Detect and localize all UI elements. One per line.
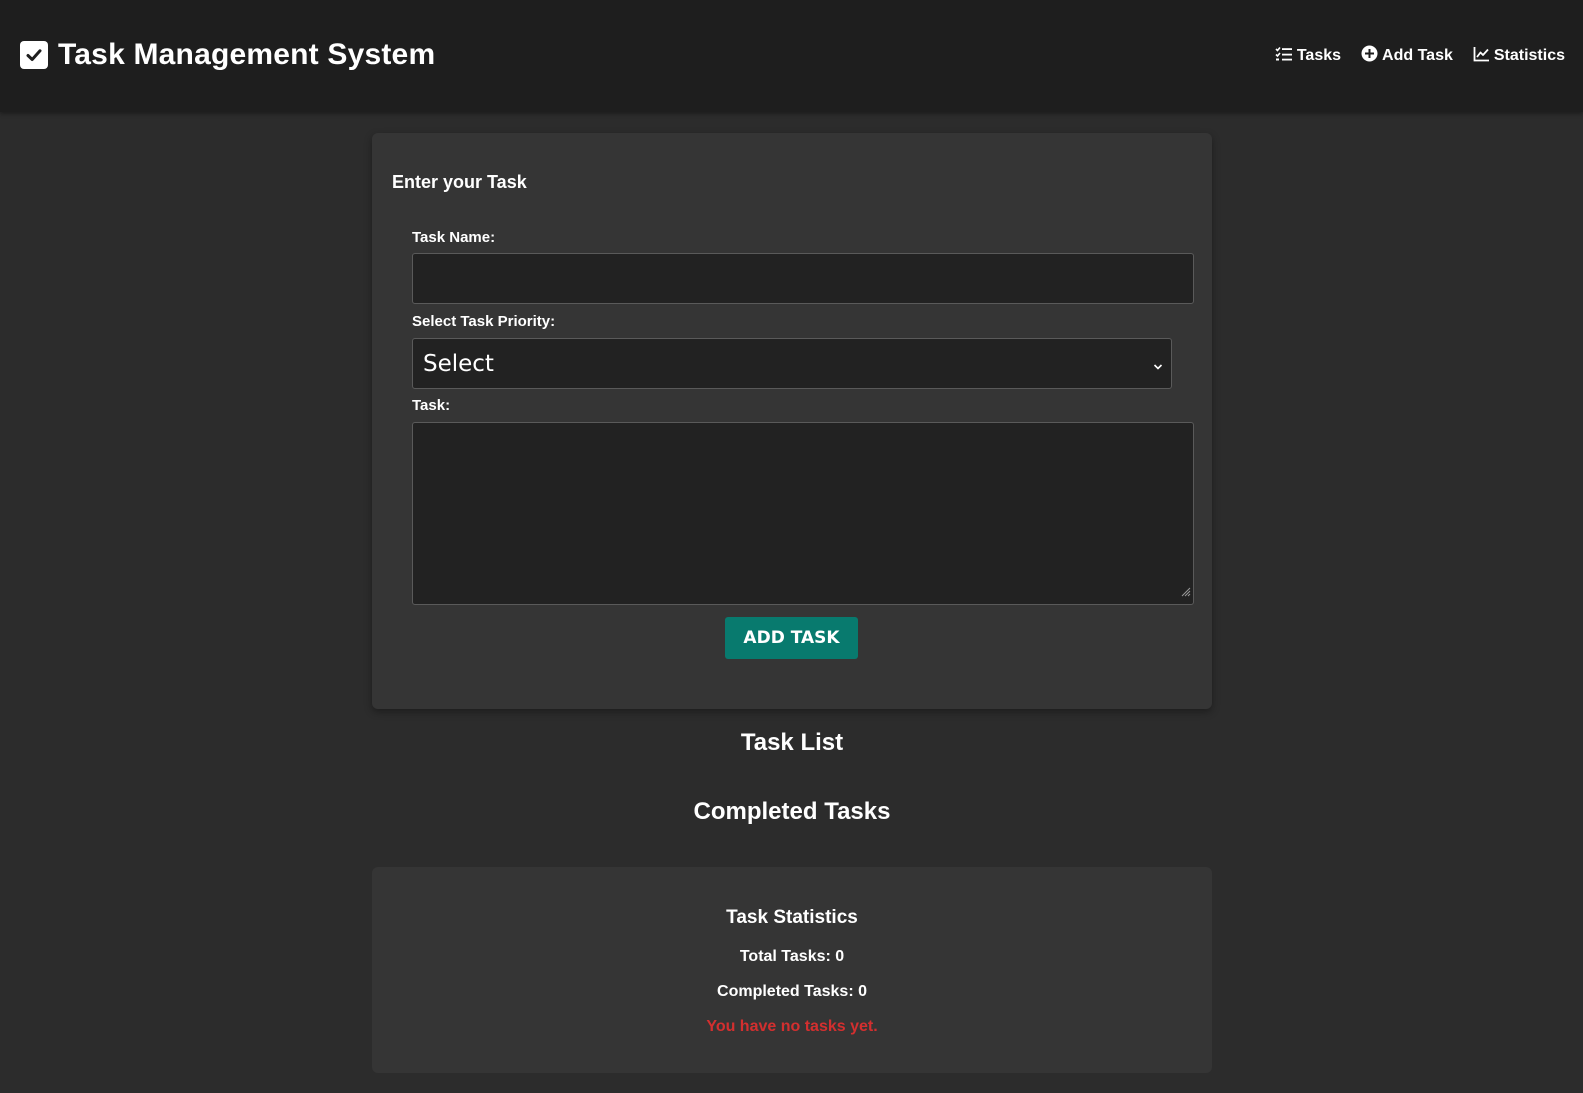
- task-description-textarea[interactable]: [412, 422, 1194, 605]
- app-title: Task Management System: [58, 38, 436, 71]
- stats-title: Task Statistics: [726, 907, 858, 928]
- completed-tasks-count: Completed Tasks: 0: [717, 983, 867, 1000]
- brand[interactable]: Task Management System: [20, 38, 435, 72]
- nav-tasks[interactable]: Tasks: [1275, 46, 1341, 67]
- empty-tasks-message: You have no tasks yet.: [706, 1018, 878, 1035]
- task-description-label: Task:: [412, 397, 451, 414]
- nav-add-task-label: Add Task: [1382, 47, 1453, 64]
- task-name-input[interactable]: [412, 253, 1194, 304]
- nav-statistics-label: Statistics: [1493, 47, 1565, 64]
- add-task-button[interactable]: ADD TASK: [725, 617, 858, 659]
- priority-label: Select Task Priority:: [412, 313, 556, 330]
- top-nav: Tasks Add Task Statistics: [1255, 45, 1565, 67]
- form-heading: Enter your Task: [392, 172, 527, 192]
- task-statistics-card: Task Statistics Total Tasks: 0 Completed…: [372, 867, 1212, 1073]
- nav-add-task[interactable]: Add Task: [1361, 45, 1453, 67]
- nav-tasks-label: Tasks: [1296, 47, 1342, 64]
- app-header: Task Management System Tasks Add Task St…: [0, 0, 1583, 112]
- chart-line-icon: [1473, 46, 1494, 67]
- chevron-down-icon: [1153, 358, 1163, 376]
- list-check-icon: [1275, 46, 1297, 67]
- nav-statistics[interactable]: Statistics: [1473, 46, 1565, 67]
- task-list-title: Task List: [740, 729, 844, 756]
- priority-selected-value: Select: [423, 350, 494, 377]
- total-tasks-count: Total Tasks: 0: [739, 948, 845, 965]
- task-form-card: Enter your Task Task Name: Select Task P…: [372, 133, 1212, 709]
- task-name-label: Task Name:: [412, 229, 496, 246]
- resize-grip-icon[interactable]: [1179, 584, 1191, 602]
- completed-tasks-title: Completed Tasks: [693, 798, 891, 825]
- check-square-icon: [20, 41, 48, 69]
- priority-select[interactable]: Select: [412, 338, 1172, 389]
- plus-circle-icon: [1361, 45, 1382, 67]
